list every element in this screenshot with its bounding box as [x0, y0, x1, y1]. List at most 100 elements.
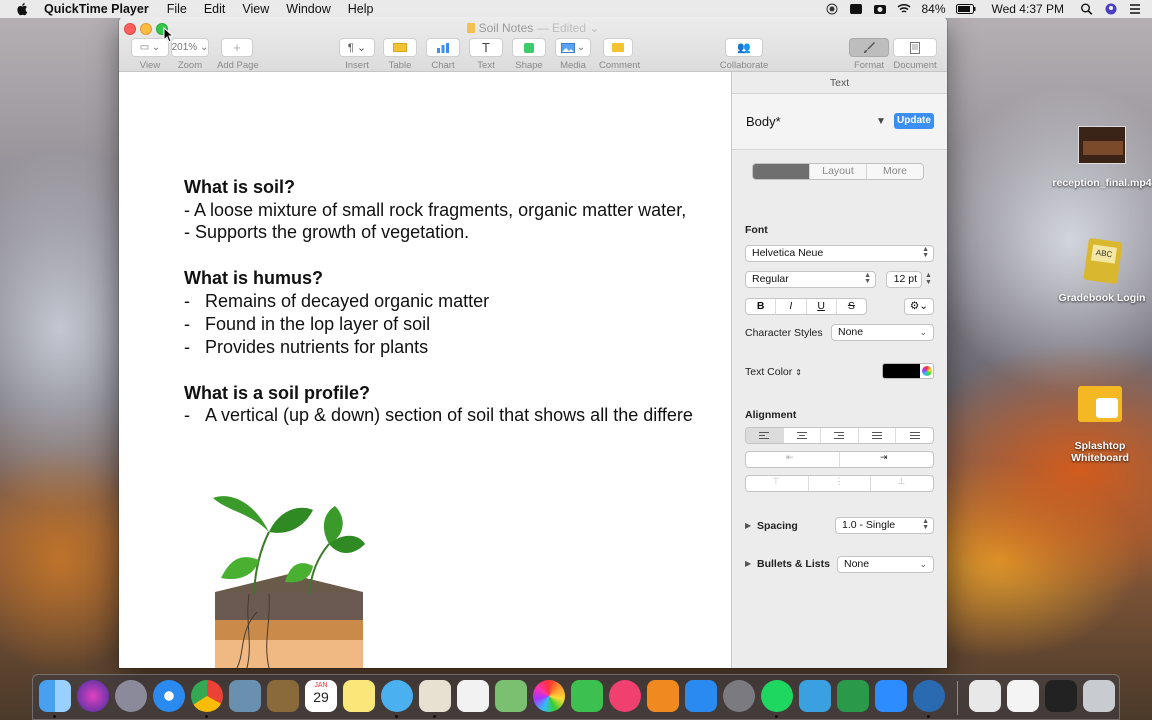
justify-button[interactable]	[859, 428, 897, 443]
contacts-icon[interactable]	[267, 680, 299, 712]
heading-soil-profile[interactable]: What is a soil profile?	[184, 383, 370, 404]
dock-screen-recording-icon[interactable]	[1045, 680, 1077, 712]
quicktime-icon[interactable]	[913, 680, 945, 712]
window-titlebar[interactable]: Soil Notes — Edited ⌄ ▭ ⌄ View 201% ⌄ Zo…	[119, 17, 947, 72]
format-button[interactable]	[849, 38, 889, 57]
align-top-button[interactable]: ⊤	[746, 476, 809, 491]
table-button[interactable]	[383, 38, 417, 57]
soil-profile-image[interactable]	[209, 482, 369, 668]
dock-document-icon[interactable]	[969, 680, 1001, 712]
tab-layout[interactable]: Layout	[810, 164, 867, 179]
disclosure-triangle-icon[interactable]: ▶	[745, 559, 751, 568]
italic-button[interactable]: I	[776, 299, 807, 314]
bullets-lists-select[interactable]: None ⌄	[837, 556, 934, 573]
spotify-icon[interactable]	[761, 680, 793, 712]
underline-button[interactable]: U	[807, 299, 837, 314]
text-options-button[interactable]: ⚙⌄	[904, 298, 934, 315]
toolbar-table[interactable]: Table	[383, 38, 417, 71]
font-size-stepper[interactable]: ▲ ▼	[925, 272, 932, 286]
document-canvas[interactable]: What is soil? - A loose mixture of small…	[119, 72, 731, 668]
ibooks-icon[interactable]	[647, 680, 679, 712]
menu-help[interactable]: Help	[348, 2, 374, 16]
toolbar-insert[interactable]: ¶ ⌄ Insert	[339, 38, 375, 71]
tab-more[interactable]: More	[867, 164, 923, 179]
align-middle-button[interactable]: ⋮	[809, 476, 872, 491]
toolbar-chart[interactable]: Chart	[426, 38, 460, 71]
font-size-field[interactable]: 12 pt	[886, 271, 922, 288]
toolbar-zoom[interactable]: 201% ⌄ Zoom	[171, 38, 209, 71]
heading-what-is-humus[interactable]: What is humus?	[184, 268, 323, 289]
bullets-lists-label[interactable]: Bullets & Lists	[757, 558, 830, 570]
toolbar-format[interactable]: Format	[849, 38, 889, 71]
camera-icon[interactable]	[873, 3, 887, 15]
heading-what-is-soil[interactable]: What is soil?	[184, 177, 295, 198]
screen-icon[interactable]	[849, 3, 863, 15]
menu-edit[interactable]: Edit	[204, 2, 226, 16]
paragraph-style-name[interactable]: Body*	[746, 114, 781, 129]
reminders-icon[interactable]	[457, 680, 489, 712]
safari-icon[interactable]	[153, 680, 185, 712]
text-editor-icon[interactable]	[799, 680, 831, 712]
font-family-select[interactable]: Helvetica Neue ▲ ▼	[745, 245, 934, 262]
text-button[interactable]: T	[469, 38, 503, 57]
record-icon[interactable]	[825, 3, 839, 15]
align-center-button[interactable]	[784, 428, 822, 443]
pages-icon[interactable]	[419, 680, 451, 712]
messages-bubble-icon[interactable]	[381, 680, 413, 712]
increase-indent-button[interactable]: ⇥	[840, 452, 933, 467]
shape-button[interactable]	[512, 38, 546, 57]
notes-icon[interactable]	[343, 680, 375, 712]
spacing-label[interactable]: Spacing	[757, 520, 798, 532]
zoom-select[interactable]: 201% ⌄	[171, 38, 209, 57]
wifi-icon[interactable]	[897, 3, 911, 15]
trash-icon[interactable]	[1083, 680, 1115, 712]
spotlight-search-icon[interactable]	[1080, 3, 1094, 15]
photos-icon[interactable]	[533, 680, 565, 712]
preview-icon[interactable]	[229, 680, 261, 712]
update-style-button[interactable]: Update	[894, 113, 934, 129]
character-styles-select[interactable]: None ⌄	[831, 324, 934, 341]
inspector-tabs[interactable]: Style Layout More	[752, 163, 924, 180]
collaborate-button[interactable]: 👥	[725, 38, 763, 57]
facetime-icon[interactable]	[571, 680, 603, 712]
siri-icon[interactable]	[77, 680, 109, 712]
itunes-icon[interactable]	[609, 680, 641, 712]
document-title[interactable]: Soil Notes — Edited ⌄	[119, 21, 947, 35]
maps-icon[interactable]	[495, 680, 527, 712]
triangle-down-icon[interactable]: ▼	[876, 116, 886, 127]
align-right-button[interactable]	[821, 428, 859, 443]
menu-app-name[interactable]: QuickTime Player	[44, 2, 149, 16]
numbers-icon[interactable]	[837, 680, 869, 712]
menu-file[interactable]: File	[167, 2, 187, 16]
toolbar-media[interactable]: ⌄ Media	[555, 38, 591, 71]
finder-icon[interactable]	[39, 680, 71, 712]
font-typeface-select[interactable]: Regular ▲ ▼	[745, 271, 876, 288]
add-page-button[interactable]: +	[221, 38, 253, 57]
system-preferences-icon[interactable]	[723, 680, 755, 712]
bold-button[interactable]: B	[746, 299, 777, 314]
apple-icon[interactable]	[16, 2, 30, 16]
dock-keyboard-icon[interactable]	[1007, 680, 1039, 712]
document-button[interactable]	[893, 38, 937, 57]
align-bottom-button[interactable]: ⊥	[871, 476, 933, 491]
list-item[interactable]: - Found in the lop layer of soil	[184, 314, 430, 335]
zoom-app-icon[interactable]	[875, 680, 907, 712]
toolbar-collaborate[interactable]: 👥 Collaborate	[719, 38, 769, 71]
toolbar-document[interactable]: Document	[893, 38, 937, 71]
body-line[interactable]: - Supports the growth of vegetation.	[184, 222, 469, 243]
auto-align-button[interactable]	[896, 428, 933, 443]
menu-window[interactable]: Window	[286, 2, 330, 16]
app-store-icon[interactable]	[685, 680, 717, 712]
list-item[interactable]: - Remains of decayed organic matter	[184, 291, 489, 312]
toolbar-add-page[interactable]: + Add Page	[217, 38, 259, 71]
menu-clock[interactable]: Wed 4:37 PM	[992, 2, 1064, 16]
battery-icon[interactable]	[955, 3, 976, 15]
toolbar-shape[interactable]: Shape	[512, 38, 546, 71]
toolbar-text[interactable]: T Text	[469, 38, 503, 71]
paragraph-style-selector[interactable]: Body* ▼ Update	[732, 94, 947, 150]
strikethrough-button[interactable]: S	[837, 299, 866, 314]
text-color-label[interactable]: Text Color ⇕	[745, 366, 802, 378]
color-wheel-icon[interactable]	[922, 366, 932, 376]
text-color-well[interactable]	[882, 363, 934, 379]
tab-style[interactable]: Style	[753, 164, 810, 179]
